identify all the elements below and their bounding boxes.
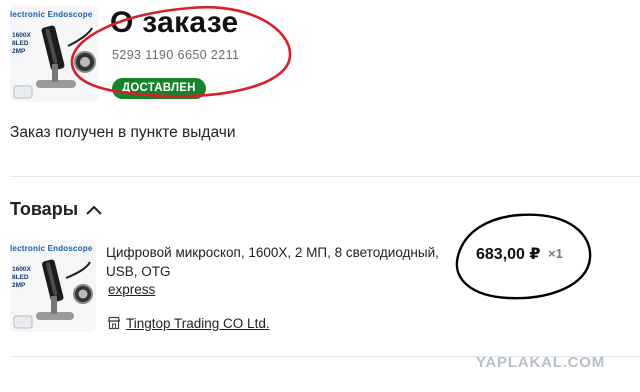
black-annotation-ellipse xyxy=(455,213,592,300)
annotation-layer xyxy=(70,5,592,300)
red-annotation-ellipse xyxy=(70,5,292,98)
